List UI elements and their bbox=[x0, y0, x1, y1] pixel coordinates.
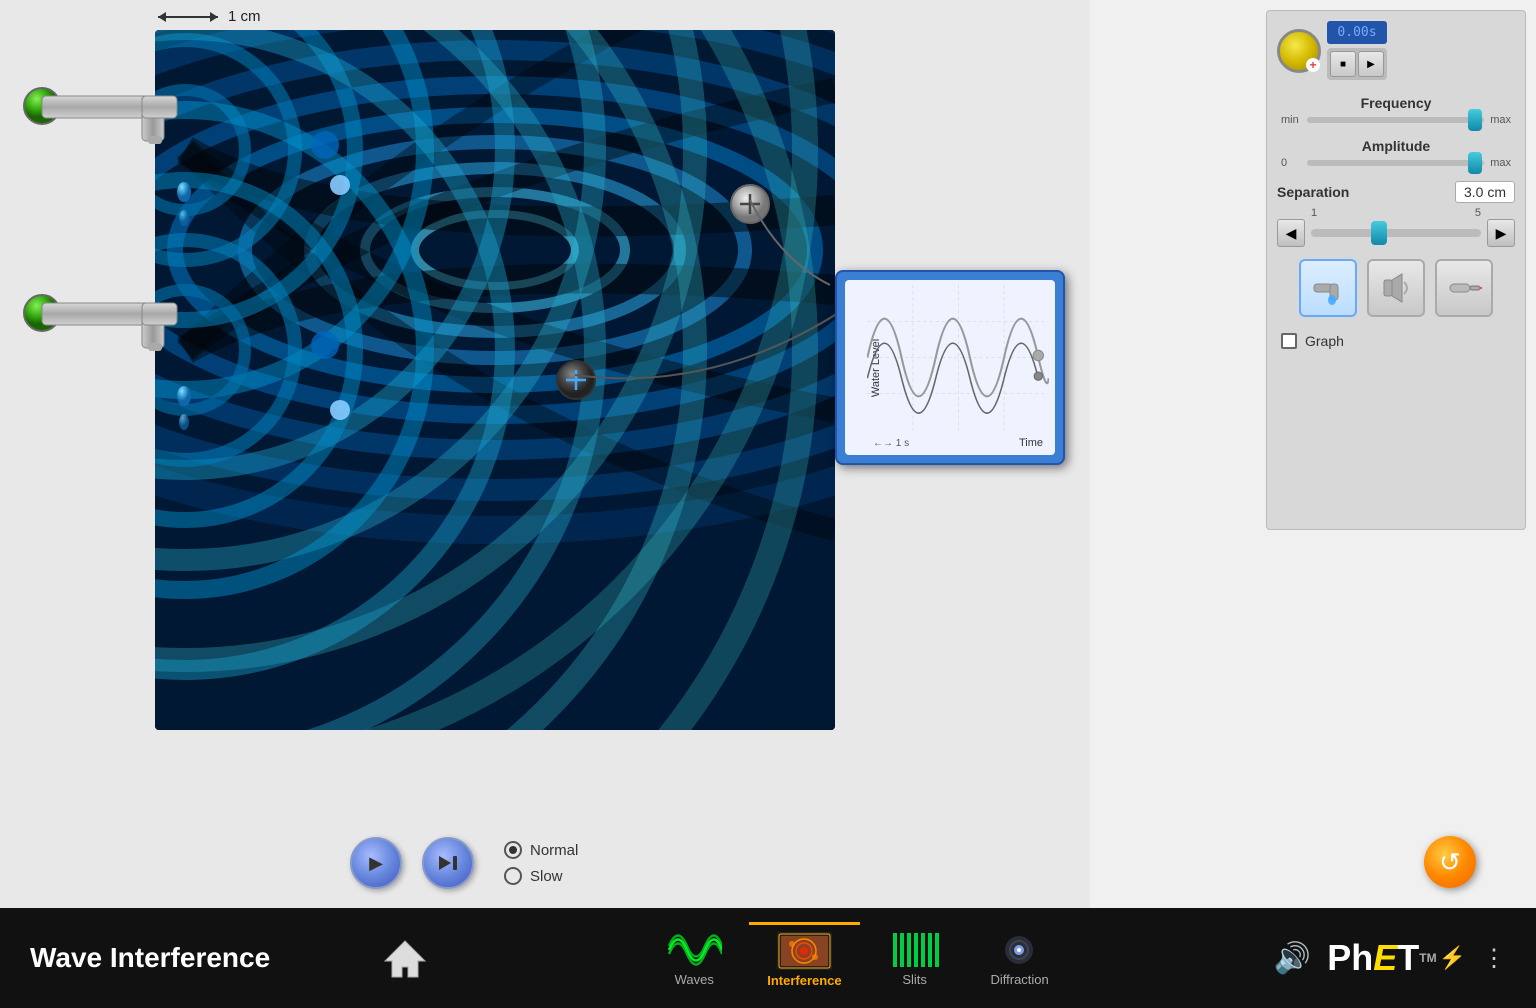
separation-thumb[interactable] bbox=[1371, 221, 1387, 245]
speed-slow-option[interactable]: Slow bbox=[504, 867, 578, 885]
waves-tab-icon bbox=[667, 930, 722, 970]
phet-logo: PhETTM ⚡ bbox=[1327, 937, 1466, 979]
graph-checkbox-label: Graph bbox=[1305, 333, 1344, 349]
right-panel: 0.00s ■ ▶ Frequency min max Amplitude 0 … bbox=[1266, 10, 1526, 530]
sep-min-num: 1 bbox=[1311, 207, 1317, 219]
reload-button[interactable]: ↺ bbox=[1424, 836, 1476, 888]
separation-header: Separation 3.0 cm bbox=[1277, 181, 1515, 203]
ruler-line bbox=[158, 16, 218, 18]
timer-controls: ■ ▶ bbox=[1327, 48, 1387, 80]
frequency-slider[interactable] bbox=[1307, 117, 1484, 123]
ruler-label: 1 cm bbox=[228, 8, 261, 25]
amplitude-thumb[interactable] bbox=[1468, 152, 1482, 174]
taskbar: Wave Interference Waves bbox=[0, 908, 1536, 1008]
separation-label: Separation bbox=[1277, 184, 1349, 200]
speed-normal-label: Normal bbox=[530, 842, 578, 859]
tab-interference[interactable]: Interference bbox=[749, 922, 859, 994]
diffraction-tab-icon bbox=[992, 930, 1047, 970]
freq-max-label: max bbox=[1490, 114, 1511, 126]
simulation-container: 1 cm bbox=[0, 0, 1090, 860]
ruler[interactable]: 1 cm bbox=[158, 8, 261, 25]
slits-tab-label: Slits bbox=[902, 972, 927, 987]
home-icon bbox=[380, 933, 430, 983]
phet-e: E bbox=[1373, 937, 1397, 979]
more-options-icon[interactable]: ⋮ bbox=[1482, 944, 1506, 973]
graph-wave-svg bbox=[867, 285, 1049, 430]
separation-inc-btn[interactable]: ▶ bbox=[1487, 219, 1515, 247]
step-button[interactable] bbox=[422, 837, 474, 889]
app-title: Wave Interference bbox=[0, 942, 370, 974]
bottom-controls: ▶ Normal Slow bbox=[0, 818, 1090, 908]
frequency-section: Frequency min max bbox=[1277, 95, 1515, 126]
pipe-bottom bbox=[20, 285, 185, 365]
phet-ph: Ph bbox=[1327, 937, 1373, 979]
source-sound-btn[interactable] bbox=[1367, 259, 1425, 317]
speed-normal-option[interactable]: Normal bbox=[504, 841, 578, 859]
amp-max-label: max bbox=[1490, 157, 1511, 169]
source-light-btn[interactable] bbox=[1435, 259, 1493, 317]
waves-tab-label: Waves bbox=[675, 972, 714, 987]
slits-tab-icon bbox=[887, 930, 942, 970]
pipe-top bbox=[20, 78, 185, 158]
amplitude-slider-row: 0 max bbox=[1277, 157, 1515, 169]
source-water-btn[interactable] bbox=[1299, 259, 1357, 317]
volume-icon[interactable]: 🔊 bbox=[1274, 941, 1311, 976]
separation-section: Separation 3.0 cm 1 5 ◀ ▶ bbox=[1277, 181, 1515, 247]
separation-dec-btn[interactable]: ◀ bbox=[1277, 219, 1305, 247]
graph-inner: Water Level ← bbox=[845, 280, 1055, 455]
graph-checkbox[interactable] bbox=[1281, 333, 1297, 349]
freq-min-label: min bbox=[1281, 114, 1301, 126]
interference-tab-label: Interference bbox=[767, 973, 841, 988]
taskbar-right: 🔊 PhETTM ⚡ ⋮ bbox=[1274, 937, 1536, 979]
phet-lightning: ⚡ bbox=[1439, 945, 1466, 971]
speed-normal-radio[interactable] bbox=[504, 841, 522, 859]
timer-display: 0.00s bbox=[1327, 21, 1387, 44]
graph-time-arrow: ←→ 1 s bbox=[873, 438, 909, 449]
diffraction-tab-label: Diffraction bbox=[990, 972, 1048, 987]
tab-waves[interactable]: Waves bbox=[644, 922, 744, 994]
interference-tab-icon bbox=[777, 931, 832, 971]
timer-reset-btn[interactable]: ■ bbox=[1330, 51, 1356, 77]
timer-play-btn[interactable]: ▶ bbox=[1358, 51, 1384, 77]
speed-slow-label: Slow bbox=[530, 868, 563, 885]
separation-slider-row: ◀ ▶ bbox=[1277, 219, 1515, 247]
water-drop-top bbox=[174, 178, 194, 238]
play-button[interactable]: ▶ bbox=[350, 837, 402, 889]
phet-t: T bbox=[1397, 937, 1419, 979]
magnifier-icon[interactable] bbox=[1277, 29, 1321, 73]
tab-slits[interactable]: Slits bbox=[865, 922, 965, 994]
timer-widget: 0.00s ■ ▶ bbox=[1277, 21, 1515, 80]
water-drop-bottom bbox=[174, 382, 194, 442]
amplitude-section: Amplitude 0 max bbox=[1277, 138, 1515, 169]
amp-min-label: 0 bbox=[1281, 157, 1301, 169]
frequency-thumb[interactable] bbox=[1468, 109, 1482, 131]
phet-tm: TM bbox=[1419, 951, 1436, 965]
source-types bbox=[1277, 259, 1515, 317]
amplitude-slider[interactable] bbox=[1307, 160, 1484, 166]
taskbar-tabs: Waves Interference bbox=[440, 922, 1274, 994]
speed-options: Normal Slow bbox=[504, 841, 578, 885]
separation-value: 3.0 cm bbox=[1455, 181, 1515, 203]
tab-diffraction[interactable]: Diffraction bbox=[970, 922, 1070, 994]
home-button[interactable] bbox=[370, 923, 440, 993]
separation-slider[interactable] bbox=[1311, 229, 1481, 237]
frequency-slider-row: min max bbox=[1277, 114, 1515, 126]
graph-checkbox-row: Graph bbox=[1277, 329, 1515, 353]
graph-popup: Water Level ← bbox=[835, 270, 1065, 465]
sep-num-labels: 1 5 bbox=[1277, 207, 1515, 219]
sep-max-num: 5 bbox=[1475, 207, 1481, 219]
ruler-arrow bbox=[158, 16, 218, 18]
graph-x-label: Time bbox=[1019, 437, 1043, 449]
speed-slow-radio[interactable] bbox=[504, 867, 522, 885]
